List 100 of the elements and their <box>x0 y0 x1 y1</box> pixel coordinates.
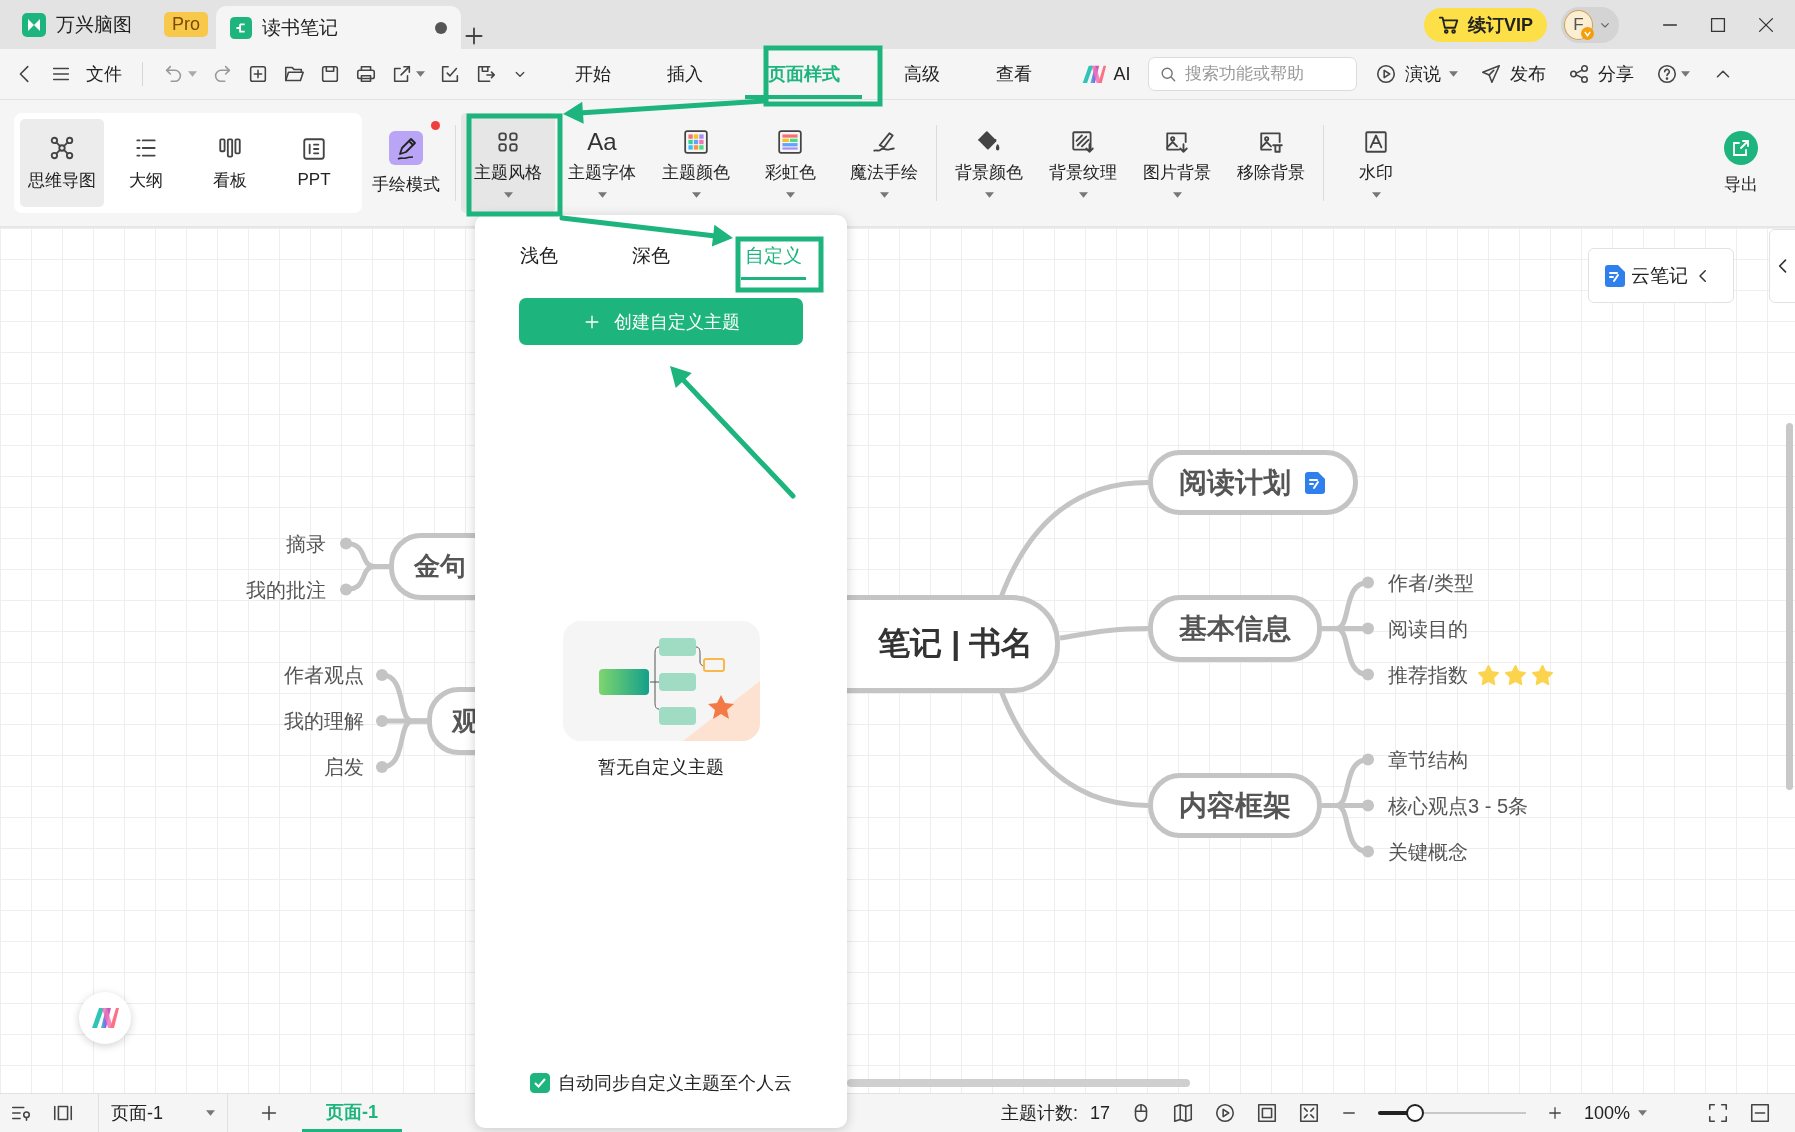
export-icon[interactable] <box>391 63 413 85</box>
ribbon-dropdown-button[interactable]: 背景纹理 <box>1036 113 1130 213</box>
topic-label: 基本信息 <box>1179 611 1291 646</box>
pro-badge: Pro <box>164 12 208 37</box>
document-tab[interactable]: 读书笔记 <box>216 6 461 49</box>
theme-tab[interactable]: 浅色 <box>516 243 563 280</box>
caret-icon[interactable] <box>1449 71 1458 77</box>
star-icon <box>1505 664 1526 685</box>
ribbon-dropdown-button[interactable]: Aa 主题字体 <box>555 113 649 213</box>
fit-view-icon[interactable] <box>1255 1102 1278 1124</box>
ai-logo-icon[interactable] <box>90 1006 120 1030</box>
share-icon[interactable] <box>1568 63 1590 85</box>
color-stripes-icon <box>777 128 803 155</box>
expand-icon[interactable] <box>1297 1102 1320 1124</box>
send-icon[interactable] <box>1480 63 1502 85</box>
topic-label: 章节结构 <box>1388 747 1468 773</box>
caret-icon[interactable] <box>416 71 425 77</box>
page-dropdown[interactable]: 页面-1 <box>98 1094 228 1132</box>
ribbon-tab[interactable]: 插入 <box>653 49 717 99</box>
caret-icon[interactable] <box>785 191 795 198</box>
topic-label: 阅读计划 <box>1179 465 1291 500</box>
document-icon <box>230 16 252 39</box>
caret-icon[interactable] <box>206 1110 215 1116</box>
collapse-panel-icon[interactable] <box>1749 1102 1771 1124</box>
ribbon-dropdown-button[interactable]: 彩虹色 <box>743 113 837 213</box>
app-logo-icon[interactable] <box>22 12 46 37</box>
network-icon[interactable] <box>49 134 75 161</box>
play-icon[interactable] <box>1213 1102 1236 1124</box>
note-icon <box>1605 264 1625 287</box>
ribbon-tab[interactable]: 查看 <box>982 49 1046 99</box>
print-icon[interactable] <box>355 63 377 85</box>
fullscreen-icon[interactable] <box>1707 1102 1729 1124</box>
share-button[interactable]: 分享 <box>1568 62 1634 86</box>
save-export-icon[interactable] <box>475 63 497 85</box>
caret-icon[interactable] <box>503 191 513 198</box>
checkmark-icon <box>533 1076 547 1090</box>
ribbon-dropdown-button[interactable]: 主题颜色 <box>649 113 743 213</box>
caret-icon[interactable] <box>984 191 994 198</box>
sync-checkbox[interactable] <box>530 1073 550 1093</box>
ai-assistant-button[interactable] <box>79 992 131 1044</box>
new-file-icon[interactable] <box>247 63 269 85</box>
caret-icon[interactable] <box>597 191 607 198</box>
present-button[interactable]: 演说 <box>1375 62 1458 86</box>
app-name: 万兴脑图 <box>56 12 132 37</box>
publish-button[interactable]: 发布 <box>1480 62 1546 86</box>
account-menu[interactable]: F <box>1561 6 1619 43</box>
caret-icon[interactable] <box>1681 71 1690 77</box>
topic-label: 启发 <box>324 755 364 780</box>
caret-icon[interactable] <box>1638 1110 1647 1116</box>
side-panel-toggle[interactable] <box>1769 229 1795 303</box>
view-button[interactable]: 大纲 <box>104 119 188 207</box>
topic-label: 作者/类型 <box>1388 570 1474 596</box>
zoom-slider[interactable] <box>1377 1104 1526 1122</box>
save-icon[interactable] <box>319 63 341 85</box>
ribbon-tab[interactable]: 高级 <box>890 49 954 99</box>
ribbon-dropdown-button[interactable]: 图片背景 <box>1130 113 1224 213</box>
horizontal-scrollbar[interactable] <box>847 1079 1190 1087</box>
texture-icon[interactable] <box>1070 128 1096 155</box>
topic-label: 观 <box>452 704 478 738</box>
ribbon-dropdown-button[interactable]: 魔法手绘 <box>837 113 931 213</box>
ribbon-dropdown-button[interactable]: 主题风格 <box>461 113 555 213</box>
ribbon-tab[interactable]: AI <box>1074 49 1138 99</box>
star-icon <box>1532 664 1553 685</box>
caret-icon[interactable] <box>879 191 889 198</box>
topic-label: 我的理解 <box>284 709 364 734</box>
cloud-note-button[interactable]: 云笔记 <box>1588 248 1734 303</box>
theme-tab[interactable]: 深色 <box>628 243 675 280</box>
view-button[interactable]: PPT <box>272 119 356 207</box>
ribbon-tab[interactable]: 开始 <box>561 49 625 99</box>
ribbon-dropdown-button[interactable]: 背景颜色 <box>942 113 1036 213</box>
export-button[interactable]: 导出 <box>1701 113 1781 213</box>
star-icon <box>1478 664 1499 685</box>
caret-icon[interactable] <box>691 191 701 198</box>
caret-icon[interactable] <box>1371 191 1381 198</box>
watermark-icon[interactable] <box>1363 128 1389 155</box>
topic-label: 我的批注 <box>246 577 326 603</box>
play-icon[interactable] <box>1375 63 1397 85</box>
topic-count-label: 主题计数: <box>1000 1102 1078 1125</box>
slider-thumb[interactable] <box>1405 1104 1424 1122</box>
ribbon-dropdown-button[interactable]: 水印 <box>1329 113 1423 213</box>
vip-badge-icon <box>1581 26 1594 40</box>
vertical-scrollbar[interactable] <box>1786 423 1793 790</box>
ribbon-dropdown-button[interactable]: 移除背景 <box>1224 113 1318 213</box>
checkbox-label[interactable]: 自动同步自定义主题至个人云 <box>558 1071 792 1095</box>
caret-icon[interactable] <box>1172 191 1182 198</box>
file-menu[interactable]: 文件 <box>86 62 122 86</box>
renew-vip-button[interactable]: 续订VIP <box>1424 7 1547 42</box>
caret-icon[interactable] <box>1078 191 1088 198</box>
topic-label: 阅读目的 <box>1388 616 1468 642</box>
check-square-icon[interactable] <box>439 63 461 85</box>
book-icon[interactable] <box>1171 1102 1194 1124</box>
topic-label: 推荐指数 <box>1388 662 1468 688</box>
zoom-dropdown[interactable]: 100% <box>1583 1102 1647 1124</box>
hand-drawn-mode-button[interactable]: 手绘模式 <box>362 113 450 213</box>
view-button[interactable]: 看板 <box>188 119 272 207</box>
view-button[interactable]: 思维导图 <box>20 119 104 207</box>
ai-logo-icon[interactable] <box>1081 63 1108 85</box>
search-field[interactable]: 搜索功能或帮助 <box>1148 57 1357 91</box>
help-icon[interactable] <box>1656 63 1678 85</box>
slides-icon[interactable] <box>301 136 327 162</box>
